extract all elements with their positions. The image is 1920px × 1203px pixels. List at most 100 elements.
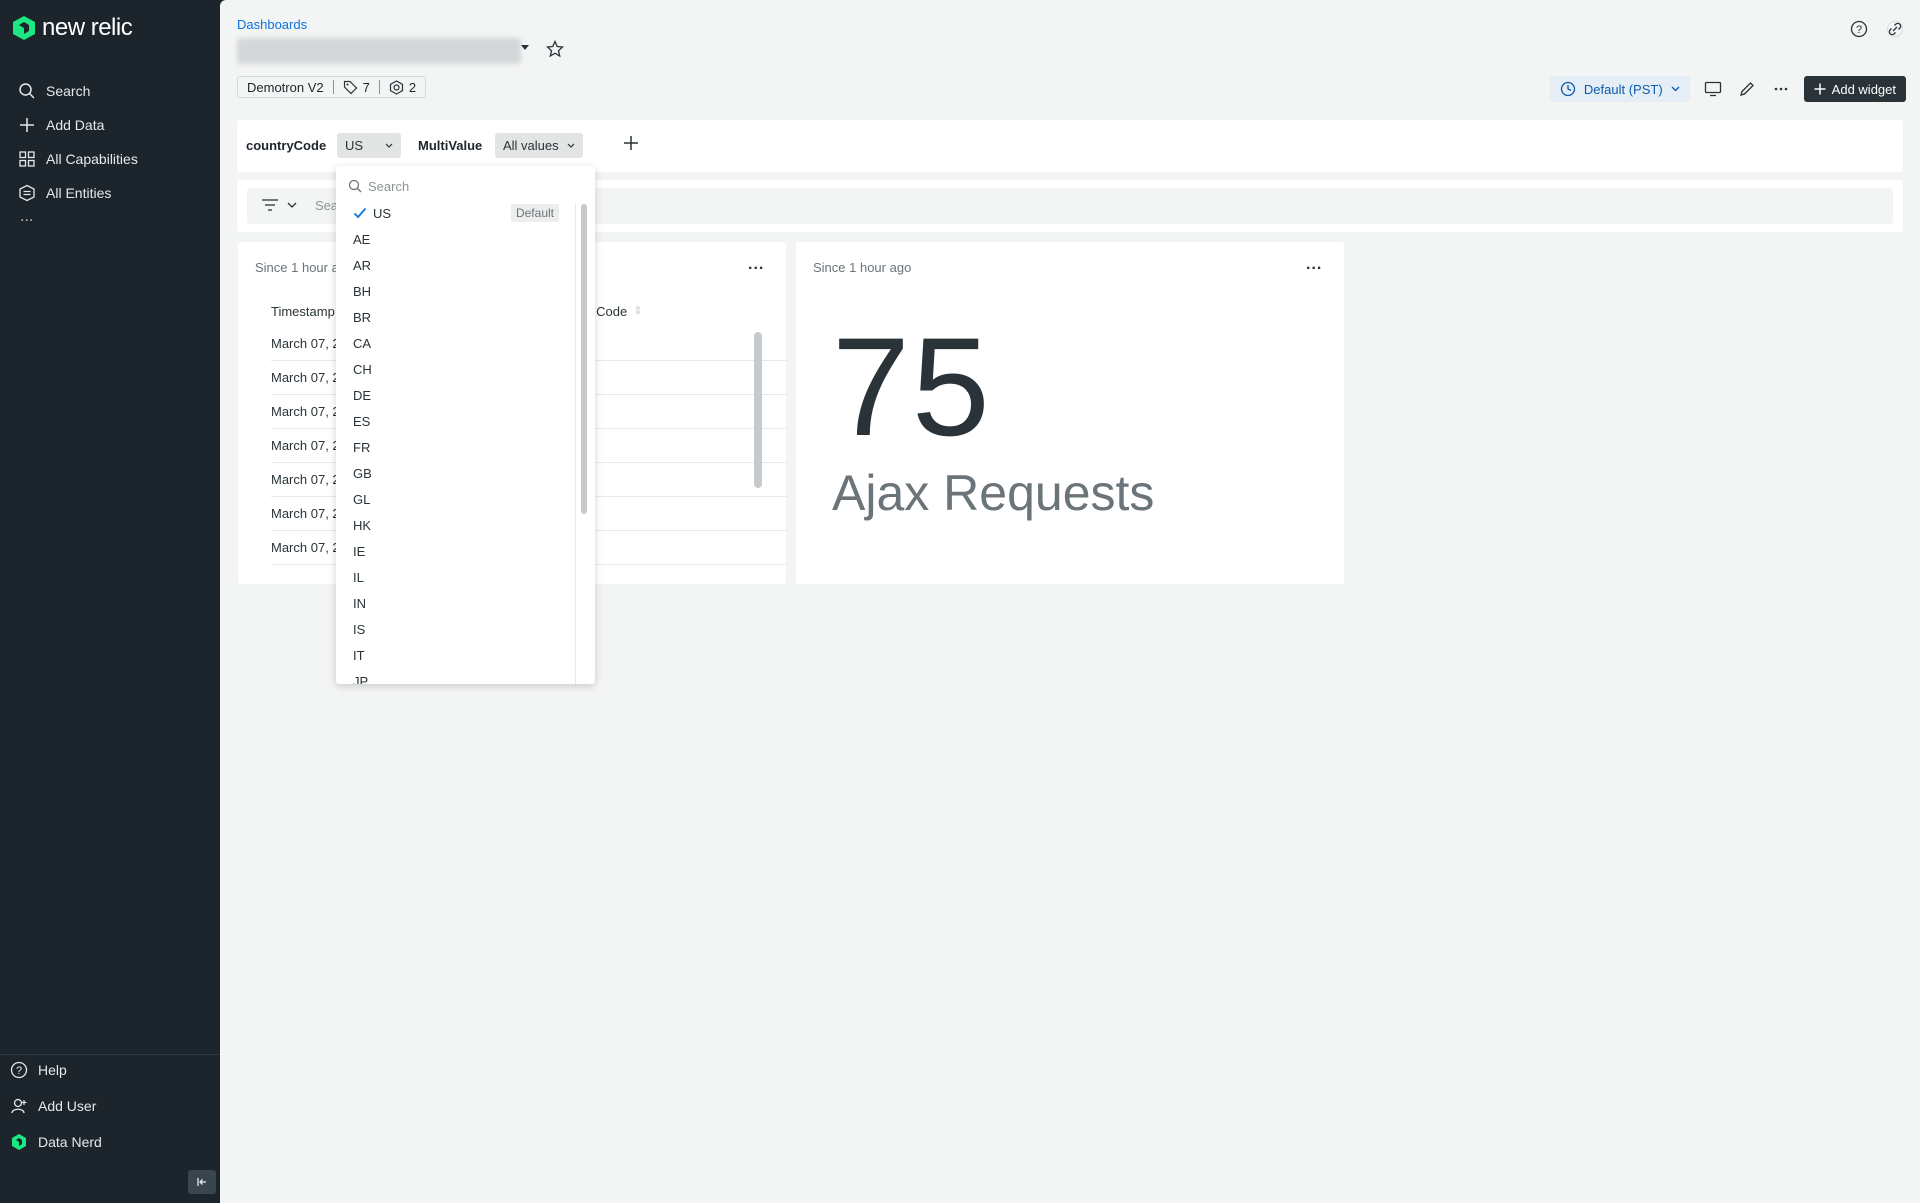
nav-item-user-profile[interactable]: Data Nerd: [0, 1124, 220, 1160]
dropdown-option-label: US: [373, 205, 392, 221]
variable-select-multivalue[interactable]: All values: [495, 133, 583, 158]
table-cell: March 07, 2: [271, 506, 340, 521]
filter-input-placeholder: Sea: [315, 198, 339, 213]
dropdown-option[interactable]: CA: [336, 330, 576, 356]
nav-item-all-capabilities[interactable]: All Capabilities: [0, 142, 220, 176]
variable-label-countrycode: countryCode: [246, 138, 327, 153]
nav-item-all-entities[interactable]: All Entities: [0, 176, 220, 210]
more-actions-button[interactable]: [1770, 76, 1792, 102]
copy-link-button[interactable]: [1884, 18, 1906, 40]
dropdown-scrollbar[interactable]: [581, 204, 587, 514]
time-picker[interactable]: Default (PST): [1549, 76, 1690, 102]
nav-item-help[interactable]: ? Help: [0, 1052, 220, 1088]
nav-item-search[interactable]: Search: [0, 74, 220, 108]
dropdown-option[interactable]: BR: [336, 304, 576, 330]
help-button[interactable]: ?: [1848, 18, 1870, 40]
dashboard-title-redacted[interactable]: [237, 38, 521, 64]
dropdown-option[interactable]: AR: [336, 252, 576, 278]
account-name[interactable]: Demotron V2: [238, 77, 333, 97]
dropdown-option[interactable]: GL: [336, 486, 576, 512]
dropdown-option[interactable]: HK: [336, 512, 576, 538]
billboard-value: 75: [832, 308, 992, 465]
edit-button[interactable]: [1736, 76, 1758, 102]
secondary-nav: ? Help Add User Data Nerd: [0, 1052, 220, 1160]
table-header-timestamp[interactable]: Timestamp: [271, 304, 335, 319]
nav-item-label: All Entities: [46, 185, 112, 201]
widget-more-button[interactable]: ...: [748, 256, 764, 274]
dropdown-option[interactable]: JP: [336, 668, 576, 685]
collapse-icon: [197, 1178, 206, 1186]
dropdown-option[interactable]: IT: [336, 642, 576, 668]
dropdown-option[interactable]: AE: [336, 226, 576, 252]
table-cell: March 07, 2: [271, 472, 340, 487]
add-variable-icon[interactable]: [622, 134, 640, 152]
default-badge: Default: [510, 204, 559, 222]
dropdown-option[interactable]: IN: [336, 590, 576, 616]
svg-text:?: ?: [1856, 24, 1862, 36]
nav-item-label: Add User: [38, 1098, 97, 1114]
pencil-icon: [1739, 82, 1754, 96]
filter-icon: [262, 199, 278, 211]
tags-button[interactable]: 7: [334, 77, 379, 97]
nav-item-label: Help: [38, 1062, 67, 1078]
add-widget-button[interactable]: Add widget: [1803, 76, 1906, 102]
chevron-down-icon[interactable]: [520, 44, 530, 52]
dropdown-option[interactable]: BH: [336, 278, 576, 304]
dropdown-options: US Default AE AR BH BR CA CH DE ES FR GB…: [336, 200, 576, 684]
billboard-widget: Since 1 hour ago ... 75 Ajax Requests: [796, 242, 1344, 584]
star-icon[interactable]: [546, 40, 564, 58]
grid-icon: [19, 151, 35, 167]
countrycode-dropdown: Search US Default AE AR BH BR CA CH DE E…: [336, 166, 595, 684]
sidebar: new relic Search Add Data All Capabiliti…: [0, 0, 220, 1203]
sort-icon: ⇕: [633, 305, 643, 317]
table-cell: March 07, 2: [271, 540, 340, 555]
collapse-sidebar-button[interactable]: [188, 1170, 216, 1194]
dropdown-search-input[interactable]: Search: [344, 172, 587, 200]
table-cell: March 07, 2: [271, 370, 340, 385]
nav-item-add-user[interactable]: Add User: [0, 1088, 220, 1124]
help-icon: ?: [1850, 20, 1868, 38]
widget-more-button[interactable]: ...: [1306, 256, 1322, 274]
nav-item-label: Data Nerd: [38, 1134, 102, 1150]
more-horizontal-icon: [1774, 87, 1787, 91]
logo-text: new relic: [42, 14, 133, 41]
primary-nav: Search Add Data All Capabilities All Ent…: [0, 74, 220, 234]
nav-item-add-data[interactable]: Add Data: [0, 108, 220, 142]
dropdown-option[interactable]: DE: [336, 382, 576, 408]
breadcrumb-dashboards[interactable]: Dashboards: [237, 17, 307, 32]
template-variables-bar: countryCode US MultiValue All values: [237, 120, 1903, 172]
dropdown-option[interactable]: IS: [336, 616, 576, 642]
dropdown-option-selected[interactable]: US Default: [336, 200, 576, 226]
search-icon: [348, 179, 362, 193]
chevron-down-icon: [385, 143, 393, 148]
table-cell: March 07, 2: [271, 336, 340, 351]
dropdown-option[interactable]: GB: [336, 460, 576, 486]
dropdown-option[interactable]: IL: [336, 564, 576, 590]
dropdown-option[interactable]: IE: [336, 538, 576, 564]
entities-icon: [19, 184, 35, 202]
table-cell: March 07, 2: [271, 438, 340, 453]
widget-time-range: Since 1 hour ago: [813, 260, 912, 275]
table-scrollbar-thumb[interactable]: [754, 332, 762, 488]
tv-mode-button[interactable]: [1702, 76, 1724, 102]
add-user-icon: [11, 1098, 27, 1114]
nav-item-label: All Capabilities: [46, 151, 138, 167]
tag-icon: [343, 80, 357, 94]
filter-mode-button[interactable]: [261, 198, 297, 212]
search-icon: [19, 83, 35, 99]
clock-icon: [1560, 81, 1576, 97]
monitor-icon: [1704, 81, 1721, 97]
nav-item-label: Add Data: [46, 117, 105, 133]
dropdown-option[interactable]: FR: [336, 434, 576, 460]
nav-more-button[interactable]: ...: [0, 209, 220, 234]
billboard-label: Ajax Requests: [832, 465, 1155, 521]
related-entities-button[interactable]: 2: [380, 77, 425, 97]
dropdown-option[interactable]: ES: [336, 408, 576, 434]
link-icon: [1887, 21, 1903, 37]
new-relic-logo[interactable]: new relic: [12, 14, 133, 42]
dropdown-option[interactable]: CH: [336, 356, 576, 382]
variable-select-countrycode[interactable]: US: [337, 133, 401, 158]
help-icon: ?: [10, 1061, 28, 1079]
variable-value: All values: [503, 138, 559, 153]
tag-count: 7: [362, 79, 370, 95]
